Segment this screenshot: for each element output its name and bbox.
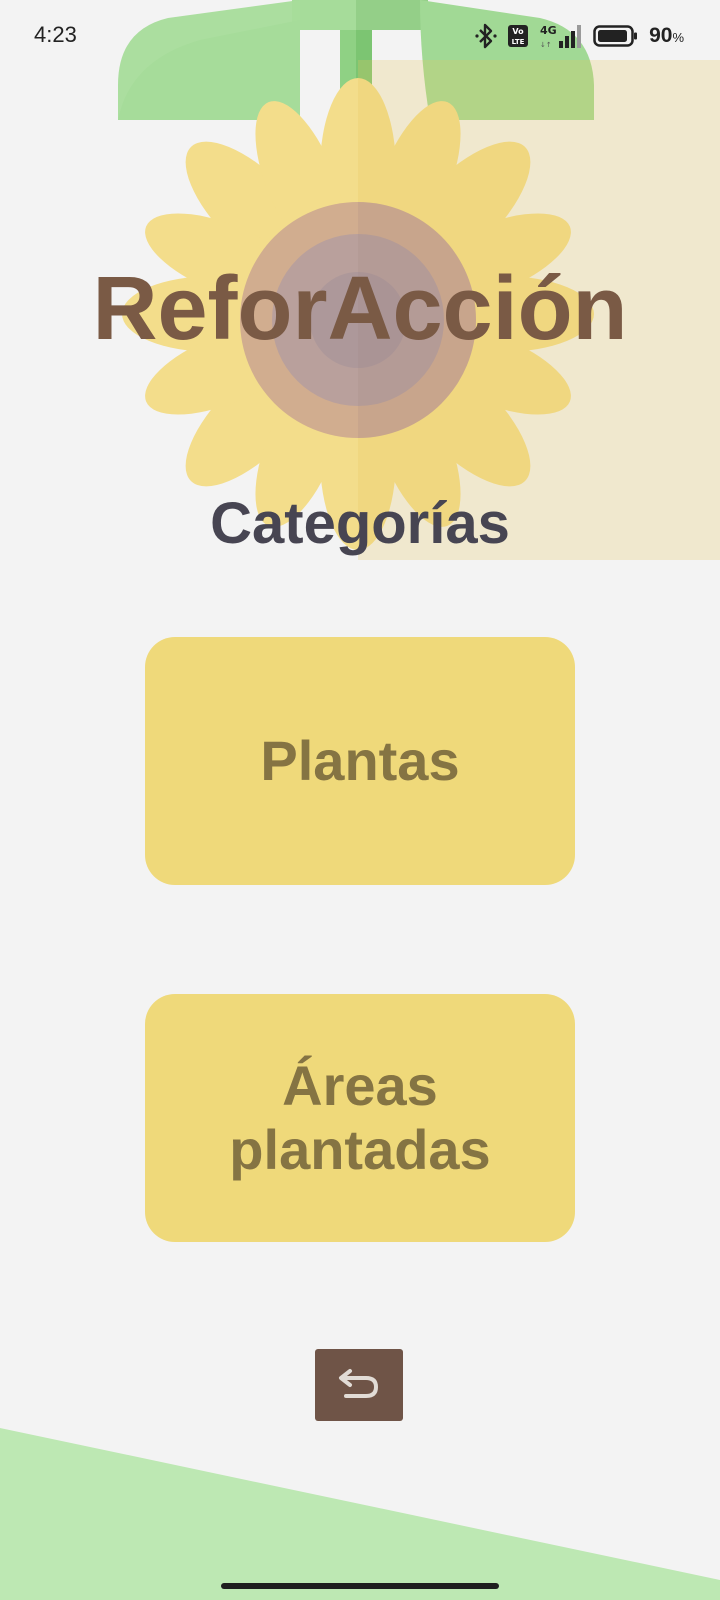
app-screen: 4:23 Vo LTE 4G ↓↑ 90% ReforAcción Catego… [0,0,720,1600]
undo-arrow-icon [336,1365,382,1406]
svg-text:↓↑: ↓↑ [540,41,552,49]
svg-text:LTE: LTE [512,38,525,46]
status-icons: Vo LTE 4G ↓↑ 90% [475,22,684,50]
status-bar: 4:23 Vo LTE 4G ↓↑ 90% [0,0,720,72]
areas-plantadas-button-label: Áreas plantadas [229,1054,491,1181]
section-title: Categorías [210,491,510,556]
battery-percent: 90% [649,24,684,47]
back-button[interactable] [315,1349,403,1421]
plantas-button[interactable]: Plantas [145,637,575,885]
gesture-nav-handle[interactable] [221,1583,499,1589]
svg-text:Vo: Vo [512,27,524,36]
battery-icon [593,24,639,48]
status-time: 4:23 [34,22,77,47]
bluetooth-icon [475,23,497,49]
volte-icon: Vo LTE [507,24,529,48]
areas-plantadas-button[interactable]: Áreas plantadas [145,994,575,1242]
svg-text:4G: 4G [540,24,557,37]
app-title: ReforAcción [92,259,628,359]
signal-4g-icon: 4G ↓↑ [539,23,583,49]
plantas-button-label: Plantas [260,729,460,792]
